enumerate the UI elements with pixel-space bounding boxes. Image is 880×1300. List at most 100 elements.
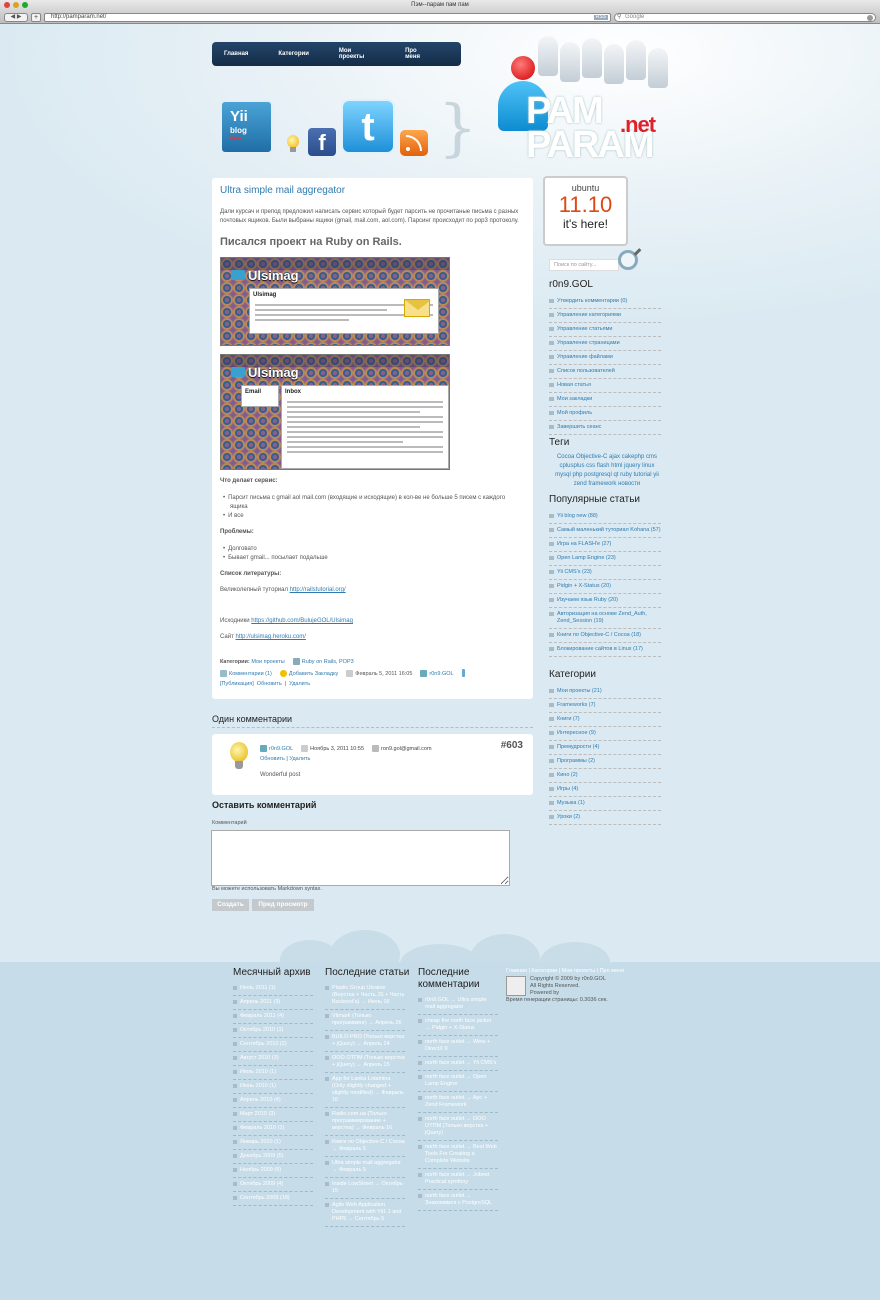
recent-comment-item[interactable]: north face outlet → Yii CMS's: [418, 1057, 498, 1071]
source-link[interactable]: https://github.com/BulujeGOL/Ulsimag: [251, 618, 353, 624]
recent-post-item[interactable]: Vitmark (Только программинг) → Апрель 26: [325, 1010, 405, 1031]
delete-post-link[interactable]: Удалить: [289, 681, 310, 687]
user-menu-item[interactable]: Управление статьями: [549, 323, 661, 337]
update-post-link[interactable]: Обновить: [257, 681, 282, 687]
user-menu-item[interactable]: Список пользователей: [549, 365, 661, 379]
category-item[interactable]: Уроки (2): [549, 811, 661, 825]
comments-link[interactable]: Комментарии (1): [229, 670, 272, 676]
clear-search-icon[interactable]: [867, 14, 873, 21]
minimize-window-icon[interactable]: [13, 2, 19, 8]
recent-comment-item[interactable]: cheap the north face jacket → Pidgin + X…: [418, 1015, 498, 1036]
archive-item[interactable]: Март 2010 (3): [233, 1108, 313, 1122]
site-logo[interactable]: PAM PARAM .net: [490, 32, 670, 167]
archive-item[interactable]: Октябрь 2009 (4): [233, 1178, 313, 1192]
footer-links[interactable]: Главная | Категории | Мои проекты | Про …: [506, 968, 626, 975]
archive-item[interactable]: Август 2010 (3): [233, 1052, 313, 1066]
nav-projects[interactable]: Мои проекты: [339, 48, 375, 60]
category-item[interactable]: Игры (4): [549, 783, 661, 797]
user-menu-item[interactable]: Управление файлами: [549, 351, 661, 365]
category-item[interactable]: Мои проекты (21): [549, 685, 661, 699]
add-bookmark-button[interactable]: +: [31, 12, 41, 22]
address-bar[interactable]: http://pamparam.net/ RSS: [44, 12, 611, 22]
tag-cloud[interactable]: Cocoa Objective-C ajax cakephp cms cplus…: [553, 453, 661, 489]
screenshot-home[interactable]: Ulsimag Ulsimag: [220, 257, 450, 346]
recent-comment-item[interactable]: north face outlet → Jobeet Practical sym…: [418, 1169, 498, 1190]
archive-item[interactable]: Апрель 2010 (4): [233, 1094, 313, 1108]
popular-item[interactable]: Изучаем язык Ruby (20): [549, 594, 661, 608]
category-item[interactable]: Музыка (1): [549, 797, 661, 811]
comment-textarea[interactable]: [211, 830, 510, 886]
recent-post-item[interactable]: ООО ОТПМ (Только верстка + jQuery) → Апр…: [325, 1052, 405, 1073]
recent-comment-item[interactable]: r0n9.GOL → Ultra simple mail aggregator: [418, 994, 498, 1015]
popular-item[interactable]: Самый маленький туториал Kohana (57): [549, 524, 661, 538]
comment-update-link[interactable]: Обновить: [260, 756, 285, 762]
popular-item[interactable]: Книги по Objective-C / Cocoa (18): [549, 629, 661, 643]
user-menu-item[interactable]: Утвердить комментарии (0): [549, 295, 661, 309]
category-item[interactable]: Кино (2): [549, 769, 661, 783]
recent-post-item[interactable]: App for Lanka Lotamina (Only slightly ch…: [325, 1073, 405, 1108]
recent-post-item[interactable]: Plastic Group Ukraine (Верстка + Часть J…: [325, 982, 405, 1010]
site-search-input[interactable]: Поиск по сайту...: [549, 259, 619, 271]
recent-post-item[interactable]: Ultra simple mail aggregator → Февраль 5: [325, 1157, 405, 1178]
recent-comment-item[interactable]: north face outlet → Best Web Tools For C…: [418, 1141, 498, 1169]
tags-link[interactable]: Ruby on Rails, POP3: [302, 659, 354, 665]
literature-link[interactable]: http://railstutorial.org/: [290, 587, 346, 593]
comment-number[interactable]: #603: [501, 740, 523, 751]
archive-item[interactable]: Октябрь 2010 (1): [233, 1024, 313, 1038]
user-menu-item[interactable]: Управление категориями: [549, 309, 661, 323]
user-menu-item[interactable]: Новая статья: [549, 379, 661, 393]
archive-item[interactable]: Июнь 2010 (1): [233, 1080, 313, 1094]
recent-post-item[interactable]: Книги по Objective-C / Cocoa → Февраль 5: [325, 1136, 405, 1157]
rss-badge[interactable]: RSS: [593, 14, 608, 20]
archive-item[interactable]: Декабрь 2009 (5): [233, 1150, 313, 1164]
popular-item[interactable]: Блокирование сайтов в Linux (17): [549, 643, 661, 657]
category-item[interactable]: Премудрости (4): [549, 741, 661, 755]
archive-item[interactable]: Сентябрь 2009 (18): [233, 1192, 313, 1206]
user-menu-item[interactable]: Завершить сеанс: [549, 421, 661, 435]
archive-item[interactable]: Ноябрь 2009 (5): [233, 1164, 313, 1178]
popular-item[interactable]: Pidgin + X-Status (20): [549, 580, 661, 594]
archive-item[interactable]: Июль 2011 (1): [233, 982, 313, 996]
popular-item[interactable]: Yii blog new (88): [549, 510, 661, 524]
yii-blog-icon[interactable]: Yii blog new: [220, 100, 273, 154]
recent-comment-item[interactable]: north face outlet → Wine + DirectX 9: [418, 1036, 498, 1057]
comment-author[interactable]: r0n9.GOL: [269, 746, 293, 752]
create-button[interactable]: Создать: [212, 899, 249, 911]
category-item[interactable]: Книги (7): [549, 713, 661, 727]
archive-item[interactable]: Февраль 2011 (4): [233, 1010, 313, 1024]
popular-item[interactable]: Авторизация на основе Zend_Auth, Zend_Se…: [549, 608, 661, 629]
popular-item[interactable]: Yii CMS's (23): [549, 566, 661, 580]
back-forward-button[interactable]: ◀ ▶: [4, 12, 28, 22]
site-link[interactable]: http://ulsimag.heroku.com/: [236, 634, 306, 640]
recent-comment-item[interactable]: north face outlet → Apc + Zend Framework: [418, 1092, 498, 1113]
preview-button[interactable]: Пред просмотр: [252, 899, 314, 911]
recent-post-item[interactable]: Radio.com.ua (Только программирование + …: [325, 1108, 405, 1136]
popular-item[interactable]: Игра на FLASH'е (27): [549, 538, 661, 552]
archive-item[interactable]: Февраль 2010 (1): [233, 1122, 313, 1136]
archive-item[interactable]: Сентябрь 2010 (2): [233, 1038, 313, 1052]
browser-search-field[interactable]: ⚲ Google: [614, 12, 876, 22]
comment-delete-link[interactable]: Удалить: [289, 756, 310, 762]
search-icon[interactable]: [618, 250, 638, 270]
archive-item[interactable]: Январь 2010 (1): [233, 1136, 313, 1150]
screenshot-inbox[interactable]: Ulsimag Email Inbox: [220, 354, 450, 470]
ubuntu-banner[interactable]: ubuntu 11.10 it's here!: [543, 176, 628, 246]
recent-comment-item[interactable]: north face outlet → Open Lamp Engine: [418, 1071, 498, 1092]
zoom-window-icon[interactable]: [22, 2, 28, 8]
popular-item[interactable]: Open Lamp Engine (23): [549, 552, 661, 566]
user-menu-item[interactable]: Мои закладки: [549, 393, 661, 407]
recent-comment-item[interactable]: north face outlet → Знакомимся с Postgre…: [418, 1190, 498, 1211]
nav-categories[interactable]: Категории: [278, 51, 308, 57]
category-item[interactable]: Frameworks (7): [549, 699, 661, 713]
published-link[interactable]: [Публикация]: [220, 681, 254, 687]
author-link[interactable]: r0n9.GOL: [429, 670, 453, 676]
recent-post-item[interactable]: BUILD-PRO (Только верстка + jQuery) → Ап…: [325, 1031, 405, 1052]
category-item[interactable]: Интересное (9): [549, 727, 661, 741]
facebook-icon[interactable]: f: [308, 128, 336, 156]
recent-post-item[interactable]: Agile Web Application Development with Y…: [325, 1199, 405, 1227]
archive-item[interactable]: Апрель 2011 (3): [233, 996, 313, 1010]
archive-item[interactable]: Июль 2010 (1): [233, 1066, 313, 1080]
category-item[interactable]: Программы (2): [549, 755, 661, 769]
twitter-icon[interactable]: t: [341, 99, 395, 154]
rss-feed-icon[interactable]: [400, 130, 428, 156]
